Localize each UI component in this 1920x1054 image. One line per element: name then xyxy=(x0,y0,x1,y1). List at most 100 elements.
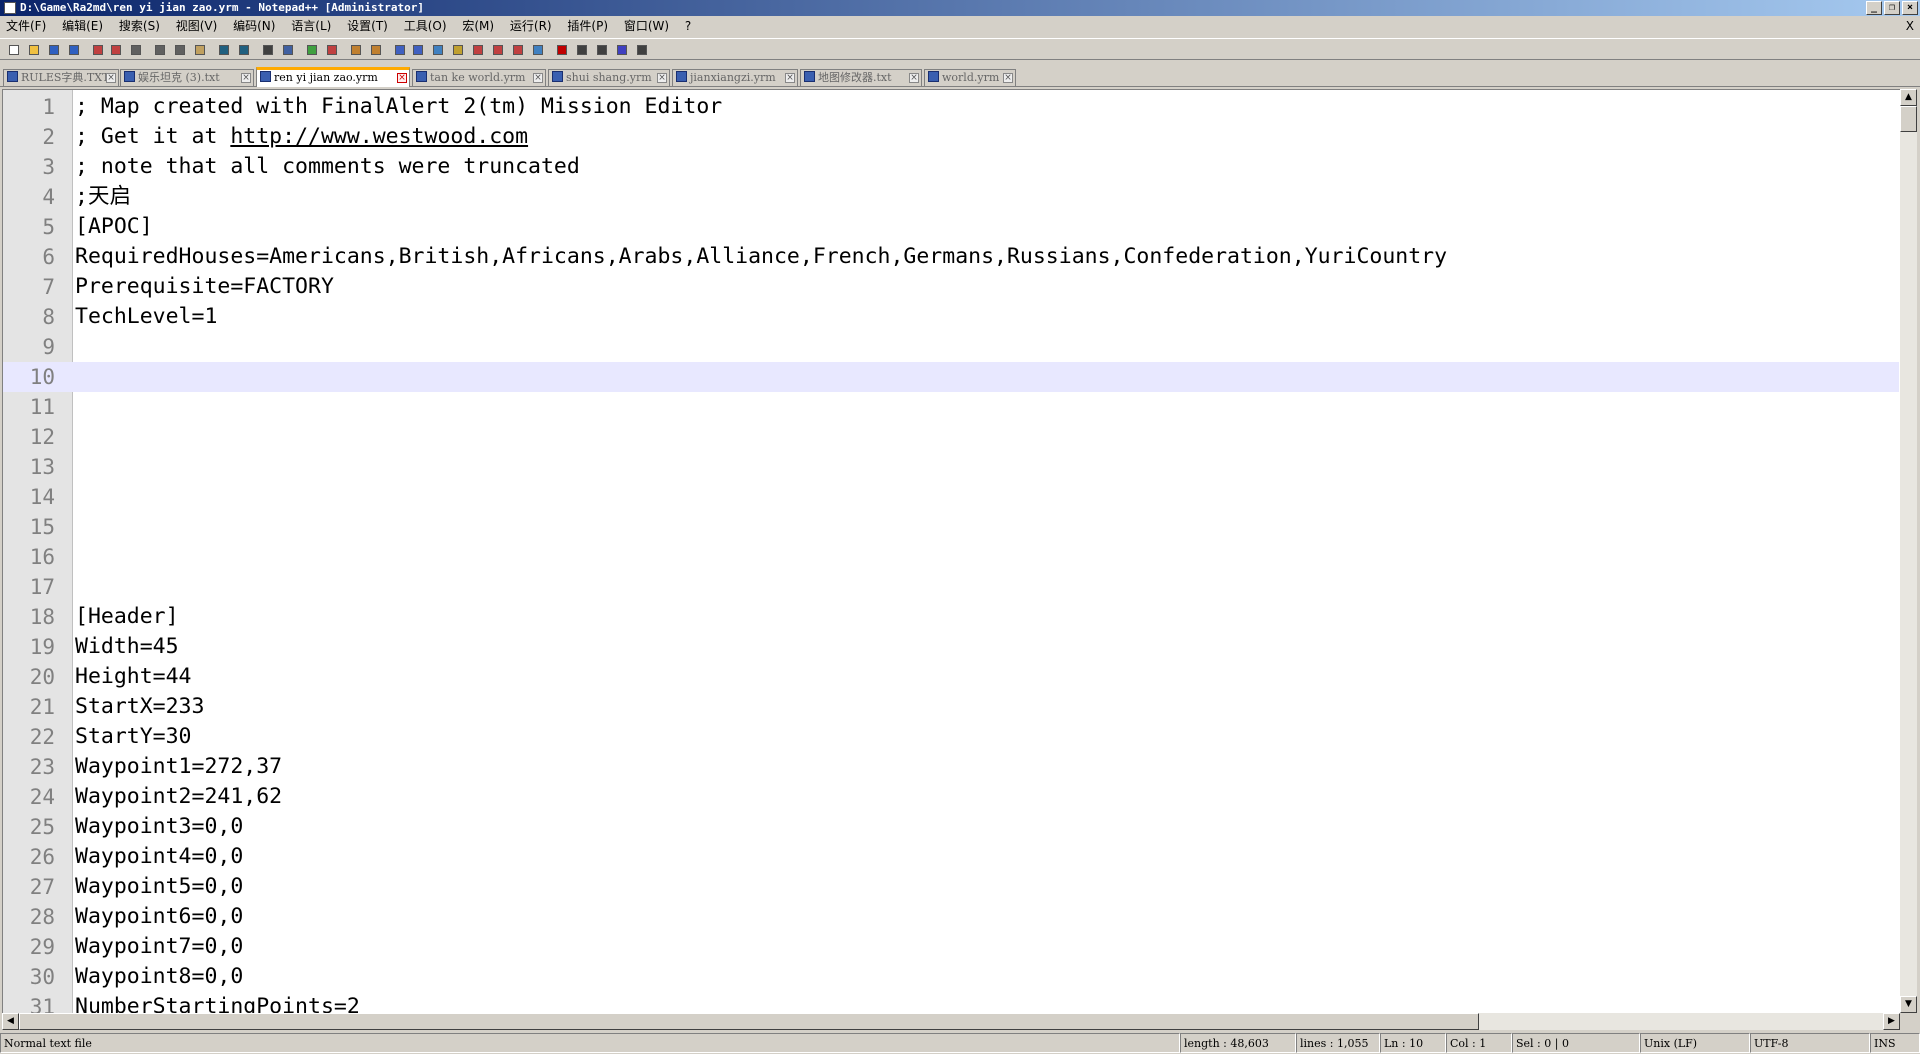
zoom-out-icon[interactable] xyxy=(324,42,340,58)
close-document-button[interactable]: X xyxy=(1906,16,1914,36)
monitoring-icon[interactable] xyxy=(530,42,546,58)
sync-h-icon[interactable] xyxy=(368,42,384,58)
folder-workspace-icon[interactable] xyxy=(490,42,506,58)
scroll-left-button[interactable]: ◀ xyxy=(2,1013,19,1030)
tab-close-icon[interactable]: × xyxy=(785,73,795,83)
status-eol[interactable]: Unix (LF) xyxy=(1640,1033,1750,1053)
close-all-icon[interactable] xyxy=(108,42,124,58)
code-line[interactable]: 9 xyxy=(3,332,1899,362)
code-line[interactable]: 30 Waypoint8=0,0 xyxy=(3,962,1899,992)
tab[interactable]: 地图修改器.txt × xyxy=(800,69,922,86)
code-line[interactable]: 14 xyxy=(3,482,1899,512)
code-line[interactable]: 15 xyxy=(3,512,1899,542)
redo-icon[interactable] xyxy=(236,42,252,58)
menu-file[interactable]: 文件(F) xyxy=(0,16,52,36)
code-line[interactable]: 21 StartX=233 xyxy=(3,692,1899,722)
code-line[interactable]: 31 NumberStartingPoints=2 xyxy=(3,992,1899,1013)
status-encoding[interactable]: UTF-8 xyxy=(1750,1033,1870,1053)
menu-encoding[interactable]: 编码(N) xyxy=(227,16,281,36)
tab-close-icon[interactable]: × xyxy=(397,73,407,83)
code-line[interactable]: 19 Width=45 xyxy=(3,632,1899,662)
tab-active[interactable]: ren yi jian zao.yrm × xyxy=(256,67,410,87)
menu-help[interactable]: ? xyxy=(679,16,697,36)
tab-close-icon[interactable]: × xyxy=(533,73,543,83)
menu-settings[interactable]: 设置(T) xyxy=(341,16,394,36)
code-line[interactable]: 5 [APOC] xyxy=(3,212,1899,242)
code-line[interactable]: 13 xyxy=(3,452,1899,482)
menu-macro[interactable]: 宏(M) xyxy=(456,16,500,36)
code-line[interactable]: 26 Waypoint4=0,0 xyxy=(3,842,1899,872)
code-line[interactable]: 18 [Header] xyxy=(3,602,1899,632)
doc-list-icon[interactable] xyxy=(510,42,526,58)
code-line[interactable]: 22 StartY=30 xyxy=(3,722,1899,752)
sync-v-icon[interactable] xyxy=(348,42,364,58)
code-line[interactable]: 8 TechLevel=1 xyxy=(3,302,1899,332)
scroll-up-button[interactable]: ▲ xyxy=(1900,89,1917,106)
record-macro-icon[interactable] xyxy=(554,42,570,58)
show-all-chars-icon[interactable] xyxy=(410,42,426,58)
indent-guide-icon[interactable] xyxy=(430,42,446,58)
play-macro-icon[interactable] xyxy=(594,42,610,58)
new-file-icon[interactable] xyxy=(6,42,22,58)
vertical-scroll-thumb[interactable] xyxy=(1900,106,1917,132)
tab-close-icon[interactable]: × xyxy=(241,73,251,83)
tab-close-icon[interactable]: × xyxy=(909,73,919,83)
code-line[interactable]: 20 Height=44 xyxy=(3,662,1899,692)
code-line[interactable]: 23 Waypoint1=272,37 xyxy=(3,752,1899,782)
code-line[interactable]: 3 ; note that all comments were truncated xyxy=(3,152,1899,182)
menu-tools[interactable]: 工具(O) xyxy=(398,16,453,36)
horizontal-scrollbar[interactable]: ◀ ▶ xyxy=(2,1013,1900,1030)
paste-icon[interactable] xyxy=(192,42,208,58)
run-macro-multiple-icon[interactable] xyxy=(614,42,630,58)
code-line[interactable]: 7 Prerequisite=FACTORY xyxy=(3,272,1899,302)
restore-button[interactable]: ❐ xyxy=(1884,1,1900,15)
doc-map-icon[interactable] xyxy=(450,42,466,58)
menu-language[interactable]: 语言(L) xyxy=(285,16,337,36)
code-line[interactable]: 25 Waypoint3=0,0 xyxy=(3,812,1899,842)
tab-close-icon[interactable]: × xyxy=(106,73,116,83)
current-line[interactable]: 10 xyxy=(3,362,1899,392)
cut-icon[interactable] xyxy=(152,42,168,58)
menu-view[interactable]: 视图(V) xyxy=(170,16,224,36)
copy-icon[interactable] xyxy=(172,42,188,58)
close-window-button[interactable]: × xyxy=(1902,1,1918,15)
close-icon[interactable] xyxy=(90,42,106,58)
tab[interactable]: world.yrm × xyxy=(924,69,1016,86)
open-file-icon[interactable] xyxy=(26,42,42,58)
code-line[interactable]: 27 Waypoint5=0,0 xyxy=(3,872,1899,902)
tab[interactable]: RULES字典.TXT × xyxy=(3,69,119,86)
function-list-icon[interactable] xyxy=(470,42,486,58)
scroll-down-button[interactable]: ▼ xyxy=(1900,996,1917,1013)
code-line[interactable]: 1 ; Map created with FinalAlert 2(tm) Mis… xyxy=(3,92,1899,122)
tab[interactable]: tan ke world.yrm × xyxy=(412,69,546,86)
find-icon[interactable] xyxy=(260,42,276,58)
code-line[interactable]: 11 xyxy=(3,392,1899,422)
zoom-in-icon[interactable] xyxy=(304,42,320,58)
url-link[interactable]: http://www.westwood.com xyxy=(230,124,528,149)
save-macro-icon[interactable] xyxy=(634,42,650,58)
print-icon[interactable] xyxy=(128,42,144,58)
tab-close-icon[interactable]: × xyxy=(657,73,667,83)
code-line[interactable]: 4 ;天启 xyxy=(3,182,1899,212)
save-icon[interactable] xyxy=(46,42,62,58)
tab[interactable]: shui shang.yrm × xyxy=(548,69,670,86)
horizontal-scroll-thumb[interactable] xyxy=(19,1013,1479,1030)
word-wrap-icon[interactable] xyxy=(392,42,408,58)
tab[interactable]: jianxiangzi.yrm × xyxy=(672,69,798,86)
menu-run[interactable]: 运行(R) xyxy=(504,16,558,36)
save-all-icon[interactable] xyxy=(66,42,82,58)
minimize-button[interactable]: _ xyxy=(1866,1,1882,15)
editor-pane[interactable]: 1 ; Map created with FinalAlert 2(tm) Mis… xyxy=(2,89,1900,1013)
menu-window[interactable]: 窗口(W) xyxy=(618,16,675,36)
code-line[interactable]: 12 xyxy=(3,422,1899,452)
code-line[interactable]: 24 Waypoint2=241,62 xyxy=(3,782,1899,812)
menu-edit[interactable]: 编辑(E) xyxy=(56,16,109,36)
code-line[interactable]: 17 xyxy=(3,572,1899,602)
code-line[interactable]: 29 Waypoint7=0,0 xyxy=(3,932,1899,962)
menu-plugins[interactable]: 插件(P) xyxy=(561,16,614,36)
code-line[interactable]: 2 ; Get it at http://www.westwood.com xyxy=(3,122,1899,152)
status-insert-mode[interactable]: INS xyxy=(1870,1033,1920,1053)
tab[interactable]: 娱乐坦克 (3).txt × xyxy=(120,69,254,86)
code-line[interactable]: 16 xyxy=(3,542,1899,572)
vertical-scrollbar[interactable]: ▲ ▼ xyxy=(1900,89,1917,1013)
